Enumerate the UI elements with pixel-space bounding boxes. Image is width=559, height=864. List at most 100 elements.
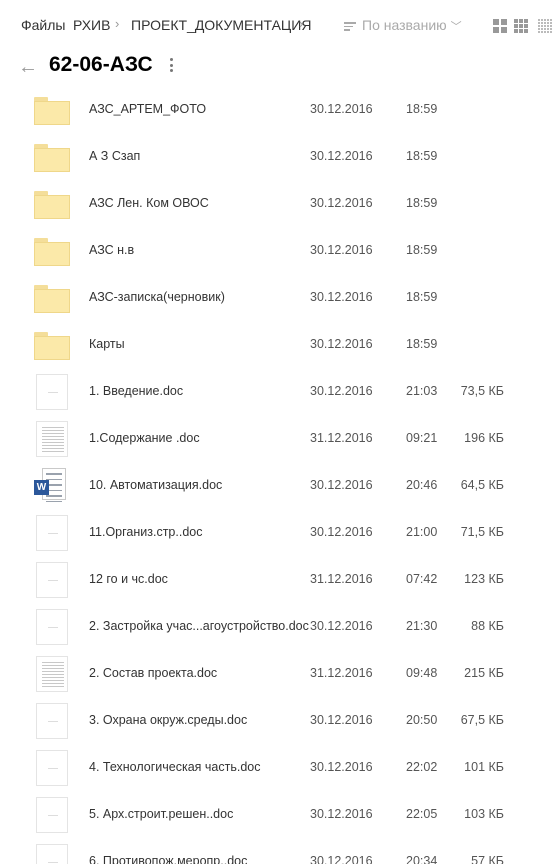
file-size: 123 КБ [464, 572, 504, 586]
file-name: 1.Содержание .doc [89, 431, 200, 445]
folder-icon [34, 142, 70, 172]
file-time: 09:21 [406, 431, 438, 445]
file-time: 09:48 [406, 666, 438, 680]
file-date: 30.12.2016 [310, 760, 373, 774]
file-date: 30.12.2016 [310, 102, 373, 116]
file-row[interactable]: 11.Организ.стр..doc 30.12.2016 21:00 71,5 К… [0, 508, 559, 555]
folder-icon [34, 95, 70, 125]
chevron-right-icon: › [299, 16, 304, 31]
file-time: 22:02 [406, 760, 438, 774]
file-row[interactable]: АЗС-записка(черновик) 30.12.2016 18:59 [0, 273, 559, 320]
document-thumbnail-icon [34, 562, 70, 598]
file-name: 2. Состав проекта.doc [89, 666, 218, 680]
file-row[interactable]: 6. Противопож.меропр..doc 30.12.2016 20:34… [0, 837, 559, 864]
file-name: АЗС_АРТЕМ_ФОТО [89, 102, 207, 116]
file-name: АЗС н.в [89, 243, 135, 257]
breadcrumb-project[interactable]: ПРОЕКТ_ДОКУМЕНТАЦИЯ [131, 17, 311, 33]
file-date: 30.12.2016 [310, 243, 373, 257]
file-time: 20:46 [406, 478, 438, 492]
file-row[interactable]: 12 го и чс.doc 31.12.2016 07:42 123 КБ [0, 555, 559, 602]
file-date: 30.12.2016 [310, 807, 373, 821]
file-row[interactable]: АЗС Лен. Ком ОВОС 30.12.2016 18:59 [0, 179, 559, 226]
file-time: 22:05 [406, 807, 438, 821]
file-time: 21:30 [406, 619, 438, 633]
top-bar: Файлы РХИВ › ПРОЕКТ_ДОКУМЕНТАЦИЯ › По на… [0, 0, 559, 50]
file-row[interactable]: Карты 30.12.2016 18:59 [0, 320, 559, 367]
grid-medium-icon[interactable] [514, 19, 528, 33]
file-date: 30.12.2016 [310, 713, 373, 727]
document-thumbnail-icon [34, 656, 70, 692]
file-time: 21:00 [406, 525, 438, 539]
file-row[interactable]: 5. Арх.строит.решен..doc 30.12.2016 22:05 1… [0, 790, 559, 837]
file-row[interactable]: А З Сзап 30.12.2016 18:59 [0, 132, 559, 179]
file-name: 11.Организ.стр..doc [89, 525, 203, 539]
file-size: 88 КБ [471, 619, 504, 633]
back-arrow-icon[interactable]: ← [18, 56, 38, 79]
file-name: А З Сзап [89, 149, 141, 163]
file-name: 5. Арх.строит.решен..doc [89, 807, 234, 821]
file-name: 1. Введение.doc [89, 384, 184, 398]
file-row[interactable]: 3. Охрана окруж.среды.doc 30.12.2016 20:50… [0, 696, 559, 743]
file-date: 30.12.2016 [310, 149, 373, 163]
file-row[interactable]: 2. Застройка учас...агоустройство.doc 30.… [0, 602, 559, 649]
document-thumbnail-icon [34, 750, 70, 786]
file-row[interactable]: 1.Содержание .doc 31.12.2016 09:21 196 КБ [0, 414, 559, 461]
file-row[interactable]: АЗС н.в 30.12.2016 18:59 [0, 226, 559, 273]
file-time: 20:50 [406, 713, 438, 727]
folder-icon [34, 283, 70, 313]
chevron-down-icon: ﹀ [450, 21, 462, 33]
word-document-icon: W [34, 468, 70, 502]
grid-small-icon[interactable] [538, 19, 552, 33]
grid-large-icon[interactable] [493, 19, 507, 33]
file-date: 31.12.2016 [310, 431, 373, 445]
file-time: 18:59 [406, 196, 438, 210]
file-size: 67,5 КБ [460, 713, 504, 727]
folder-icon [34, 236, 70, 266]
file-size: 101 КБ [464, 760, 504, 774]
folder-icon [34, 189, 70, 219]
more-options-icon[interactable] [170, 58, 174, 75]
chevron-right-icon: › [115, 16, 120, 31]
breadcrumb-archive[interactable]: РХИВ [73, 17, 110, 33]
file-date: 30.12.2016 [310, 384, 373, 398]
file-date: 30.12.2016 [310, 854, 373, 864]
file-name: 10. Автоматизация.doc [89, 478, 223, 492]
document-thumbnail-icon [34, 374, 70, 410]
file-name: Карты [89, 337, 125, 351]
file-time: 07:42 [406, 572, 438, 586]
file-row[interactable]: АЗС_АРТЕМ_ФОТО 30.12.2016 18:59 [0, 85, 559, 132]
file-time: 20:34 [406, 854, 438, 864]
file-date: 30.12.2016 [310, 196, 373, 210]
file-row[interactable]: 4. Технологическая часть.doc 30.12.2016 22… [0, 743, 559, 790]
file-size: 64,5 КБ [460, 478, 504, 492]
file-name: 3. Охрана окруж.среды.doc [89, 713, 248, 727]
file-row[interactable]: W 10. Автоматизация.doc 30.12.2016 20:46 64,… [0, 461, 559, 508]
sort-label: По названию [362, 17, 447, 33]
sort-lines-icon [344, 20, 356, 33]
file-row[interactable]: 2. Состав проекта.doc 31.12.2016 09:48 215 … [0, 649, 559, 696]
file-date: 30.12.2016 [310, 337, 373, 351]
breadcrumb-files[interactable]: Файлы [21, 17, 65, 33]
document-thumbnail-icon [34, 421, 70, 457]
file-time: 18:59 [406, 149, 438, 163]
folder-icon [34, 330, 70, 360]
file-size: 73,5 КБ [460, 384, 504, 398]
document-thumbnail-icon [34, 703, 70, 739]
file-size: 215 КБ [464, 666, 504, 680]
file-time: 18:59 [406, 243, 438, 257]
file-time: 18:59 [406, 290, 438, 304]
file-row[interactable]: 1. Введение.doc 30.12.2016 21:03 73,5 КБ [0, 367, 559, 414]
file-browser: Файлы РХИВ › ПРОЕКТ_ДОКУМЕНТАЦИЯ › По на… [0, 0, 559, 864]
file-date: 30.12.2016 [310, 619, 373, 633]
file-list: АЗС_АРТЕМ_ФОТО 30.12.2016 18:59 А З Сзап 30.… [0, 85, 559, 864]
file-date: 30.12.2016 [310, 525, 373, 539]
file-size: 103 КБ [464, 807, 504, 821]
sort-dropdown[interactable]: По названию ﹀ [344, 17, 462, 34]
document-thumbnail-icon [34, 515, 70, 551]
file-name: АЗС-записка(черновик) [89, 290, 225, 304]
file-date: 31.12.2016 [310, 666, 373, 680]
file-time: 21:03 [406, 384, 438, 398]
document-thumbnail-icon [34, 844, 70, 864]
file-date: 31.12.2016 [310, 572, 373, 586]
document-thumbnail-icon [34, 609, 70, 645]
